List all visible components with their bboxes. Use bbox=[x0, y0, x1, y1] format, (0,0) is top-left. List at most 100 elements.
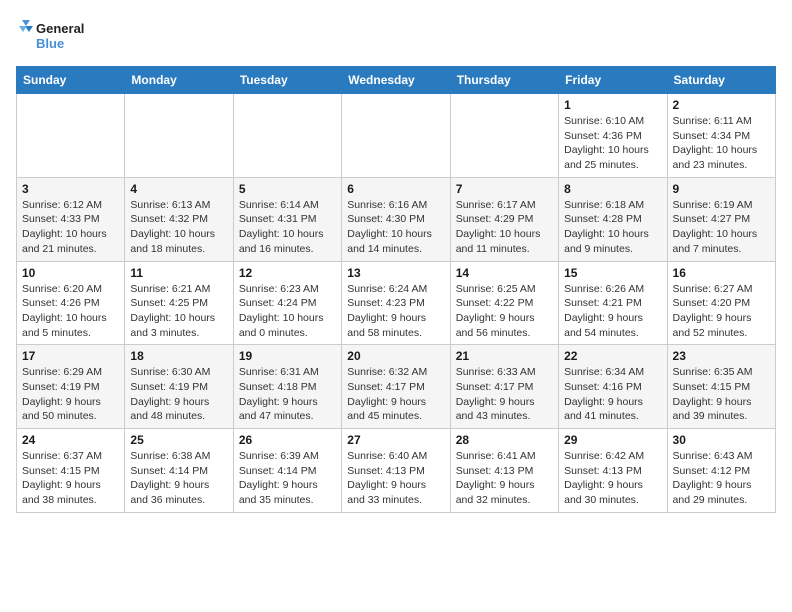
day-info: Sunrise: 6:29 AM Sunset: 4:19 PM Dayligh… bbox=[22, 365, 119, 424]
day-number: 18 bbox=[130, 349, 227, 363]
svg-text:Blue: Blue bbox=[36, 36, 64, 51]
header-wednesday: Wednesday bbox=[342, 67, 450, 94]
calendar-cell: 1Sunrise: 6:10 AM Sunset: 4:36 PM Daylig… bbox=[559, 94, 667, 178]
calendar-cell: 8 Sunrise: 6:18 AM Sunset: 4:28 PM Daylig… bbox=[559, 177, 667, 261]
calendar-cell: 12 Sunrise: 6:23 AM Sunset: 4:24 PM Dayli… bbox=[233, 261, 341, 345]
header-sunday: Sunday bbox=[17, 67, 125, 94]
calendar-cell: 7Sunrise: 6:17 AM Sunset: 4:29 PM Daylig… bbox=[450, 177, 558, 261]
day-info: Sunrise: 6:37 AM Sunset: 4:15 PM Dayligh… bbox=[22, 449, 119, 508]
day-number: 5 bbox=[239, 182, 336, 196]
day-number: 12 bbox=[239, 266, 336, 280]
day-info: Sunrise: 6:34 AM Sunset: 4:16 PM Dayligh… bbox=[564, 365, 661, 424]
week-row-3: 10 Sunrise: 6:20 AM Sunset: 4:26 PM Dayli… bbox=[17, 261, 776, 345]
calendar-cell: 23 Sunrise: 6:35 AM Sunset: 4:15 PM Dayli… bbox=[667, 345, 775, 429]
calendar-cell bbox=[450, 94, 558, 178]
calendar-cell: 9 Sunrise: 6:19 AM Sunset: 4:27 PM Daylig… bbox=[667, 177, 775, 261]
day-number: 24 bbox=[22, 433, 119, 447]
logo: General Blue bbox=[16, 16, 86, 56]
calendar-cell: 26Sunrise: 6:39 AM Sunset: 4:14 PM Dayli… bbox=[233, 429, 341, 513]
calendar-cell: 16 Sunrise: 6:27 AM Sunset: 4:20 PM Dayli… bbox=[667, 261, 775, 345]
calendar-cell bbox=[17, 94, 125, 178]
day-info: Sunrise: 6:24 AM Sunset: 4:23 PM Dayligh… bbox=[347, 282, 444, 341]
day-info: Sunrise: 6:14 AM Sunset: 4:31 PM Dayligh… bbox=[239, 198, 336, 257]
day-number: 1 bbox=[564, 98, 661, 112]
calendar-cell bbox=[233, 94, 341, 178]
calendar-cell: 4 Sunrise: 6:13 AM Sunset: 4:32 PM Daylig… bbox=[125, 177, 233, 261]
logo-svg: General Blue bbox=[16, 16, 86, 56]
day-number: 28 bbox=[456, 433, 553, 447]
day-info: Sunrise: 6:38 AM Sunset: 4:14 PM Dayligh… bbox=[130, 449, 227, 508]
day-number: 13 bbox=[347, 266, 444, 280]
day-number: 6 bbox=[347, 182, 444, 196]
day-info: Sunrise: 6:23 AM Sunset: 4:24 PM Dayligh… bbox=[239, 282, 336, 341]
calendar-cell: 14Sunrise: 6:25 AM Sunset: 4:22 PM Dayli… bbox=[450, 261, 558, 345]
header-row: SundayMondayTuesdayWednesdayThursdayFrid… bbox=[17, 67, 776, 94]
day-number: 26 bbox=[239, 433, 336, 447]
day-info: Sunrise: 6:43 AM Sunset: 4:12 PM Dayligh… bbox=[673, 449, 770, 508]
calendar-cell: 28 Sunrise: 6:41 AM Sunset: 4:13 PM Dayli… bbox=[450, 429, 558, 513]
day-number: 23 bbox=[673, 349, 770, 363]
day-number: 11 bbox=[130, 266, 227, 280]
page-header: General Blue bbox=[16, 16, 776, 56]
day-info: Sunrise: 6:19 AM Sunset: 4:27 PM Dayligh… bbox=[673, 198, 770, 257]
header-thursday: Thursday bbox=[450, 67, 558, 94]
day-number: 3 bbox=[22, 182, 119, 196]
day-info: Sunrise: 6:41 AM Sunset: 4:13 PM Dayligh… bbox=[456, 449, 553, 508]
day-info: Sunrise: 6:18 AM Sunset: 4:28 PM Dayligh… bbox=[564, 198, 661, 257]
header-monday: Monday bbox=[125, 67, 233, 94]
calendar-cell: 19Sunrise: 6:31 AM Sunset: 4:18 PM Dayli… bbox=[233, 345, 341, 429]
calendar-cell: 13 Sunrise: 6:24 AM Sunset: 4:23 PM Dayli… bbox=[342, 261, 450, 345]
day-number: 17 bbox=[22, 349, 119, 363]
day-info: Sunrise: 6:26 AM Sunset: 4:21 PM Dayligh… bbox=[564, 282, 661, 341]
calendar-cell bbox=[342, 94, 450, 178]
day-info: Sunrise: 6:11 AM Sunset: 4:34 PM Dayligh… bbox=[673, 114, 770, 173]
svg-text:General: General bbox=[36, 21, 84, 36]
day-info: Sunrise: 6:13 AM Sunset: 4:32 PM Dayligh… bbox=[130, 198, 227, 257]
calendar-cell: 2 Sunrise: 6:11 AM Sunset: 4:34 PM Daylig… bbox=[667, 94, 775, 178]
week-row-5: 24 Sunrise: 6:37 AM Sunset: 4:15 PM Dayli… bbox=[17, 429, 776, 513]
calendar-cell bbox=[125, 94, 233, 178]
header-saturday: Saturday bbox=[667, 67, 775, 94]
calendar-cell: 5 Sunrise: 6:14 AM Sunset: 4:31 PM Daylig… bbox=[233, 177, 341, 261]
calendar-cell: 30 Sunrise: 6:43 AM Sunset: 4:12 PM Dayli… bbox=[667, 429, 775, 513]
day-number: 15 bbox=[564, 266, 661, 280]
day-info: Sunrise: 6:40 AM Sunset: 4:13 PM Dayligh… bbox=[347, 449, 444, 508]
calendar-cell: 29Sunrise: 6:42 AM Sunset: 4:13 PM Dayli… bbox=[559, 429, 667, 513]
day-number: 30 bbox=[673, 433, 770, 447]
calendar-cell: 6 Sunrise: 6:16 AM Sunset: 4:30 PM Daylig… bbox=[342, 177, 450, 261]
week-row-4: 17 Sunrise: 6:29 AM Sunset: 4:19 PM Dayli… bbox=[17, 345, 776, 429]
day-info: Sunrise: 6:31 AM Sunset: 4:18 PM Dayligh… bbox=[239, 365, 336, 424]
day-number: 8 bbox=[564, 182, 661, 196]
calendar-cell: 3Sunrise: 6:12 AM Sunset: 4:33 PM Daylig… bbox=[17, 177, 125, 261]
day-number: 22 bbox=[564, 349, 661, 363]
day-info: Sunrise: 6:17 AM Sunset: 4:29 PM Dayligh… bbox=[456, 198, 553, 257]
day-number: 27 bbox=[347, 433, 444, 447]
calendar-cell: 17 Sunrise: 6:29 AM Sunset: 4:19 PM Dayli… bbox=[17, 345, 125, 429]
day-number: 9 bbox=[673, 182, 770, 196]
day-number: 4 bbox=[130, 182, 227, 196]
day-number: 2 bbox=[673, 98, 770, 112]
header-tuesday: Tuesday bbox=[233, 67, 341, 94]
calendar-body: 1Sunrise: 6:10 AM Sunset: 4:36 PM Daylig… bbox=[17, 94, 776, 513]
calendar-cell: 11 Sunrise: 6:21 AM Sunset: 4:25 PM Dayli… bbox=[125, 261, 233, 345]
calendar-table: SundayMondayTuesdayWednesdayThursdayFrid… bbox=[16, 66, 776, 513]
day-number: 16 bbox=[673, 266, 770, 280]
calendar-cell: 22 Sunrise: 6:34 AM Sunset: 4:16 PM Dayli… bbox=[559, 345, 667, 429]
header-friday: Friday bbox=[559, 67, 667, 94]
day-number: 14 bbox=[456, 266, 553, 280]
day-info: Sunrise: 6:33 AM Sunset: 4:17 PM Dayligh… bbox=[456, 365, 553, 424]
calendar-cell: 25 Sunrise: 6:38 AM Sunset: 4:14 PM Dayli… bbox=[125, 429, 233, 513]
week-row-1: 1Sunrise: 6:10 AM Sunset: 4:36 PM Daylig… bbox=[17, 94, 776, 178]
day-info: Sunrise: 6:20 AM Sunset: 4:26 PM Dayligh… bbox=[22, 282, 119, 341]
day-info: Sunrise: 6:16 AM Sunset: 4:30 PM Dayligh… bbox=[347, 198, 444, 257]
day-number: 25 bbox=[130, 433, 227, 447]
calendar-cell: 21Sunrise: 6:33 AM Sunset: 4:17 PM Dayli… bbox=[450, 345, 558, 429]
calendar-cell: 27 Sunrise: 6:40 AM Sunset: 4:13 PM Dayli… bbox=[342, 429, 450, 513]
day-info: Sunrise: 6:21 AM Sunset: 4:25 PM Dayligh… bbox=[130, 282, 227, 341]
day-info: Sunrise: 6:27 AM Sunset: 4:20 PM Dayligh… bbox=[673, 282, 770, 341]
calendar-cell: 15 Sunrise: 6:26 AM Sunset: 4:21 PM Dayli… bbox=[559, 261, 667, 345]
day-info: Sunrise: 6:35 AM Sunset: 4:15 PM Dayligh… bbox=[673, 365, 770, 424]
day-number: 29 bbox=[564, 433, 661, 447]
day-number: 10 bbox=[22, 266, 119, 280]
calendar-cell: 18Sunrise: 6:30 AM Sunset: 4:19 PM Dayli… bbox=[125, 345, 233, 429]
